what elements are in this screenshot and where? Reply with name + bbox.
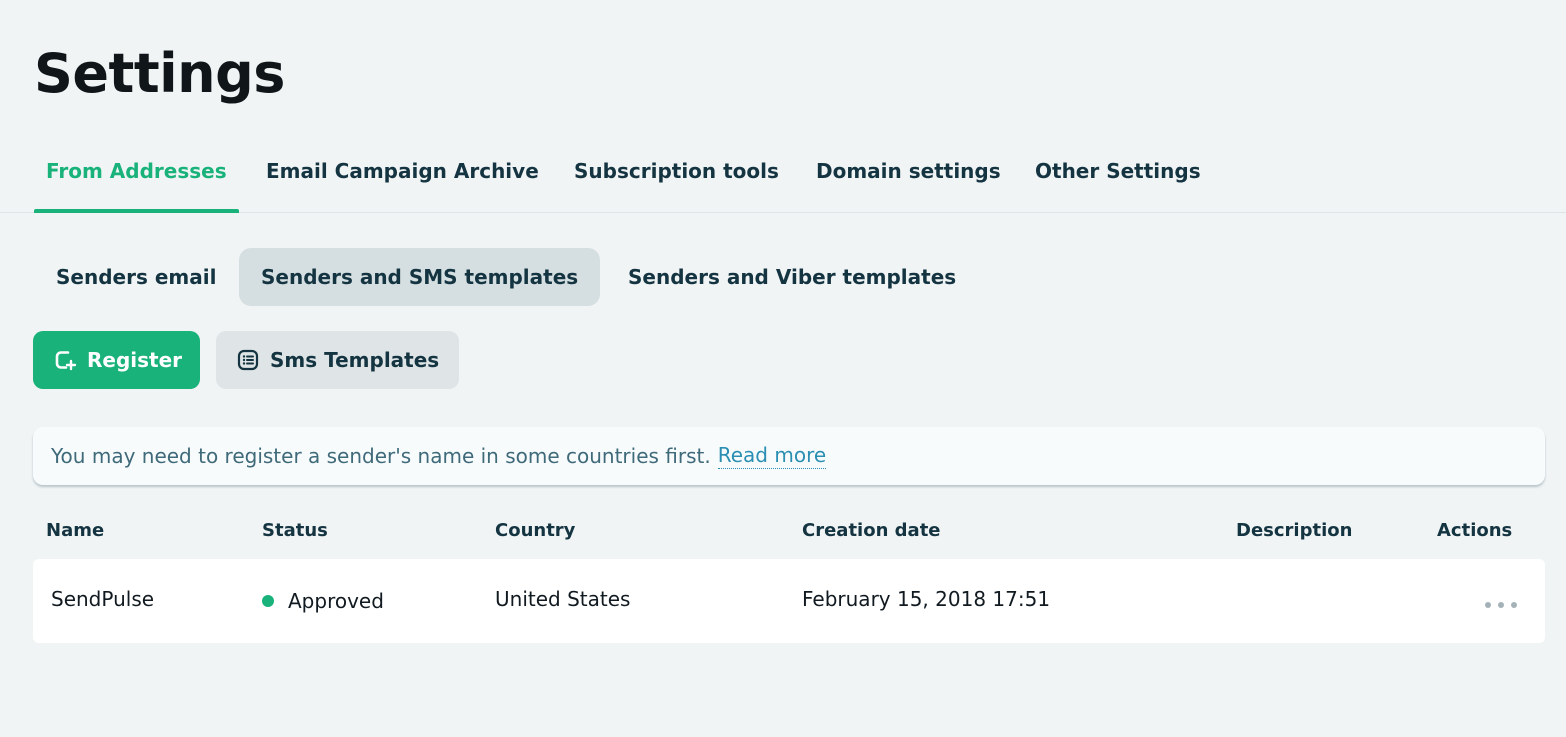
tab-other-settings[interactable]: Other Settings [1023, 148, 1213, 212]
column-header-description: Description [1236, 520, 1353, 541]
tab-email-campaign-archive[interactable]: Email Campaign Archive [254, 148, 551, 212]
registration-notice: You may need to register a sender's name… [33, 427, 1545, 485]
sms-templates-button-label: Sms Templates [270, 348, 440, 372]
sender-name: SendPulse [51, 587, 155, 611]
subtab-senders-viber-templates[interactable]: Senders and Viber templates [606, 248, 978, 306]
page-title: Settings [34, 42, 285, 105]
notice-text: You may need to register a sender's name… [51, 444, 711, 468]
sender-country: United States [495, 587, 631, 611]
settings-page: Settings From Addresses Email Campaign A… [0, 0, 1566, 737]
subtab-senders-email[interactable]: Senders email [34, 248, 238, 306]
status-label: Approved [288, 589, 384, 613]
read-more-link[interactable]: Read more [717, 443, 827, 469]
table-header: Name Status Country Creation date Descri… [33, 510, 1545, 554]
tab-from-addresses[interactable]: From Addresses [34, 148, 239, 213]
tab-subscription-tools[interactable]: Subscription tools [562, 148, 791, 212]
status-dot-icon [262, 594, 274, 607]
subtab-senders-sms-templates[interactable]: Senders and SMS templates [239, 248, 601, 306]
table-row[interactable]: SendPulse Approved United States Februar… [33, 559, 1545, 643]
register-sender-icon [53, 348, 77, 372]
column-header-status[interactable]: Status [262, 520, 328, 541]
column-header-name[interactable]: Name [46, 520, 104, 541]
status-badge: Approved [262, 589, 384, 613]
register-button-label: Register [87, 348, 183, 372]
list-icon [236, 348, 260, 372]
settings-tabs: From Addresses Email Campaign Archive Su… [0, 148, 1566, 213]
column-header-actions: Actions [1437, 520, 1513, 541]
sms-templates-button[interactable]: Sms Templates [216, 331, 459, 389]
tab-domain-settings[interactable]: Domain settings [804, 148, 1013, 212]
sender-creation-date: February 15, 2018 17:51 [802, 587, 1051, 611]
column-header-country[interactable]: Country [495, 520, 575, 541]
column-header-creation-date[interactable]: Creation date [802, 520, 941, 541]
register-button[interactable]: Register [33, 331, 200, 389]
more-actions-icon[interactable] [1485, 595, 1517, 615]
